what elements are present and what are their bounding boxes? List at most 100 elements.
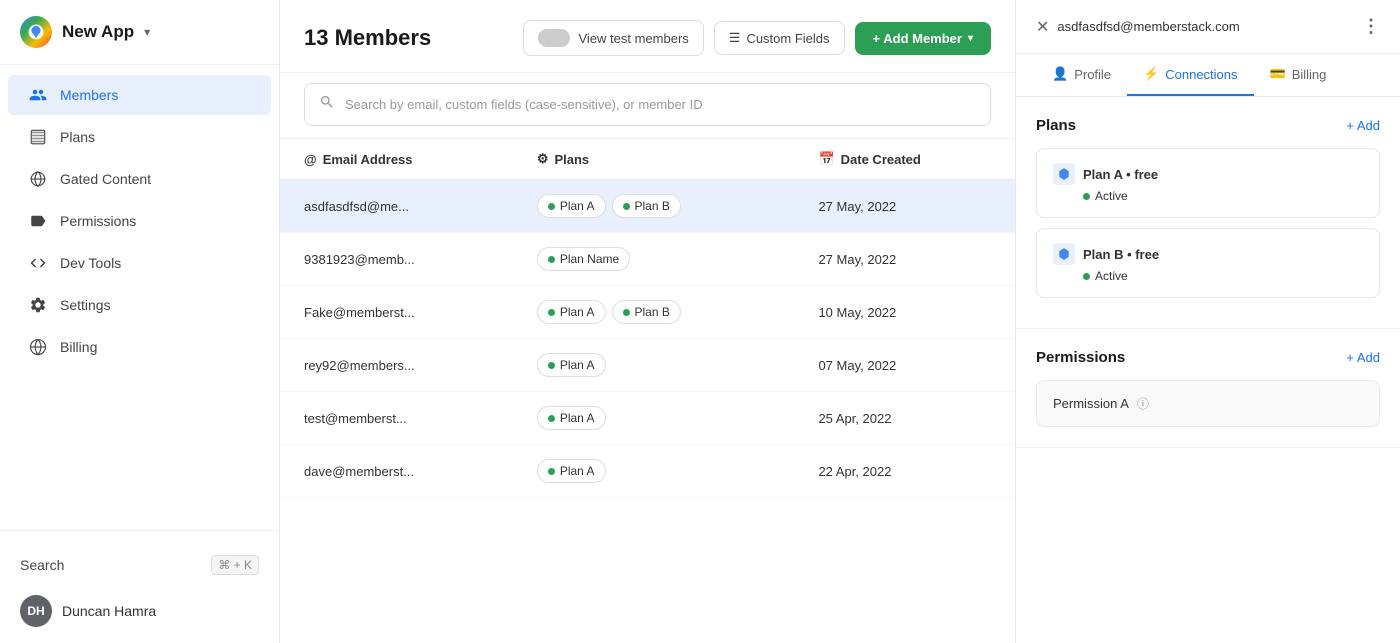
email-cell: Fake@memberst...: [280, 286, 513, 339]
table-row[interactable]: Fake@memberst...Plan APlan B10 May, 2022: [280, 286, 1015, 339]
panel-email: asdfasdfsd@memberstack.com: [1057, 19, 1239, 34]
sidebar-item-label: Dev Tools: [60, 255, 121, 271]
app-logo[interactable]: New App ▾: [20, 16, 150, 48]
plan-badge[interactable]: Plan A: [537, 353, 606, 377]
sidebar-item-settings[interactable]: Settings: [8, 285, 271, 325]
plan-b-status: Active: [1083, 269, 1363, 283]
permissions-section-title: Permissions: [1036, 349, 1125, 366]
plan-badge[interactable]: Plan A: [537, 459, 606, 483]
sidebar-item-gated-content[interactable]: Gated Content: [8, 159, 271, 199]
sidebar-item-members[interactable]: Members: [8, 75, 271, 115]
search-label: Search: [20, 557, 64, 573]
tab-profile[interactable]: 👤 Profile: [1036, 54, 1127, 96]
sidebar-header: New App ▾: [0, 0, 279, 65]
plans-cell: Plan APlan B: [513, 286, 795, 339]
permissions-icon: [28, 211, 48, 231]
plan-a-name: Plan A • free: [1083, 167, 1158, 182]
sidebar-item-label: Members: [60, 87, 118, 103]
close-icon[interactable]: ✕: [1036, 17, 1049, 37]
view-test-members-button[interactable]: View test members: [523, 20, 703, 56]
members-header: 13 Members View test members ☰ Custom Fi…: [280, 0, 1015, 73]
plan-dot: [548, 468, 555, 475]
plan-card-a-header: Plan A • free: [1053, 163, 1363, 185]
table-row[interactable]: dave@memberst...Plan A22 Apr, 2022: [280, 445, 1015, 498]
plan-a-status: Active: [1083, 189, 1363, 203]
calendar-icon: 📅: [818, 151, 834, 167]
sidebar-footer: Search ⌘ + K DH Duncan Hamra: [0, 530, 279, 643]
billing-tab-icon: 💳: [1270, 66, 1286, 82]
table-row[interactable]: asdfasdfsd@me...Plan APlan B27 May, 2022: [280, 180, 1015, 233]
panel-tabs: 👤 Profile ⚡ Connections 💳 Billing: [1016, 54, 1400, 97]
permissions-section-header: Permissions + Add: [1036, 349, 1380, 366]
plans-column-header: ⚙ Plans: [513, 139, 795, 180]
profile-tab-icon: 👤: [1052, 66, 1068, 82]
plan-card-a: Plan A • free Active: [1036, 148, 1380, 218]
search-shortcut: ⌘ + K: [211, 555, 259, 575]
search-trigger[interactable]: Search ⌘ + K: [20, 547, 259, 583]
custom-fields-button[interactable]: ☰ Custom Fields: [714, 21, 845, 55]
date-cell: 07 May, 2022: [794, 339, 1015, 392]
list-icon: ☰: [729, 30, 741, 46]
members-icon: [28, 85, 48, 105]
sidebar-item-plans[interactable]: Plans: [8, 117, 271, 157]
email-icon: @: [304, 152, 317, 167]
members-count: 13 Members: [304, 25, 431, 51]
members-table-container: @ Email Address ⚙ Plans 📅 Date Cr: [280, 139, 1015, 643]
sidebar-item-billing[interactable]: Billing: [8, 327, 271, 367]
plans-section: Plans + Add Plan A • free Active Plan B …: [1016, 97, 1400, 329]
plan-a-icon: [1053, 163, 1075, 185]
plans-cell: Plan A: [513, 392, 795, 445]
sidebar-nav: Members Plans Gated Content Permissions: [0, 65, 279, 530]
add-member-button[interactable]: + Add Member ▾: [855, 22, 991, 55]
tab-label: Connections: [1165, 67, 1237, 82]
plan-badge[interactable]: Plan A: [537, 406, 606, 430]
sidebar-item-permissions[interactable]: Permissions: [8, 201, 271, 241]
plan-badge[interactable]: Plan A: [537, 300, 606, 324]
search-bar: [280, 73, 1015, 139]
plan-dot: [548, 256, 555, 263]
table-row[interactable]: test@memberst...Plan A25 Apr, 2022: [280, 392, 1015, 445]
plan-b-name: Plan B • free: [1083, 247, 1159, 262]
settings-icon: [28, 295, 48, 315]
status-dot: [1083, 273, 1090, 280]
table-row[interactable]: rey92@members...Plan A07 May, 2022: [280, 339, 1015, 392]
plan-badge[interactable]: Plan Name: [537, 247, 630, 271]
table-row[interactable]: 9381923@memb...Plan Name27 May, 2022: [280, 233, 1015, 286]
view-test-label: View test members: [578, 31, 688, 46]
plan-badge[interactable]: Plan B: [612, 300, 681, 324]
permissions-section: Permissions + Add Permission A ⓘ: [1016, 329, 1400, 448]
custom-fields-label: Custom Fields: [746, 31, 829, 46]
plan-b-status-text: Active: [1095, 269, 1128, 283]
add-plan-link[interactable]: + Add: [1346, 118, 1380, 133]
plan-dot: [548, 203, 555, 210]
tab-connections[interactable]: ⚡ Connections: [1127, 54, 1253, 96]
tab-billing[interactable]: 💳 Billing: [1254, 54, 1343, 96]
email-column-header: @ Email Address: [280, 139, 513, 180]
email-cell: dave@memberst...: [280, 445, 513, 498]
avatar: DH: [20, 595, 52, 627]
plans-cell: Plan Name: [513, 233, 795, 286]
plan-badge[interactable]: Plan A: [537, 194, 606, 218]
sidebar-item-dev-tools[interactable]: Dev Tools: [8, 243, 271, 283]
plan-dot: [623, 309, 630, 316]
sidebar-item-label: Plans: [60, 129, 95, 145]
more-options-icon[interactable]: ⋮: [1362, 16, 1380, 37]
info-icon[interactable]: ⓘ: [1137, 395, 1149, 412]
plans-cell: Plan APlan B: [513, 180, 795, 233]
date-cell: 27 May, 2022: [794, 233, 1015, 286]
plan-badge[interactable]: Plan B: [612, 194, 681, 218]
add-permission-link[interactable]: + Add: [1346, 350, 1380, 365]
user-profile[interactable]: DH Duncan Hamra: [20, 595, 259, 627]
email-cell: test@memberst...: [280, 392, 513, 445]
chevron-down-icon: ▾: [968, 33, 973, 44]
gated-content-icon: [28, 169, 48, 189]
search-input[interactable]: [345, 97, 976, 112]
email-cell: asdfasdfsd@me...: [280, 180, 513, 233]
plan-dot: [548, 309, 555, 316]
sidebar-item-label: Gated Content: [60, 171, 151, 187]
sidebar-item-label: Settings: [60, 297, 111, 313]
app-name: New App: [62, 22, 134, 42]
sidebar: New App ▾ Members Plans Gated Content: [0, 0, 280, 643]
plans-col-icon: ⚙: [537, 151, 549, 167]
plans-section-title: Plans: [1036, 117, 1076, 134]
